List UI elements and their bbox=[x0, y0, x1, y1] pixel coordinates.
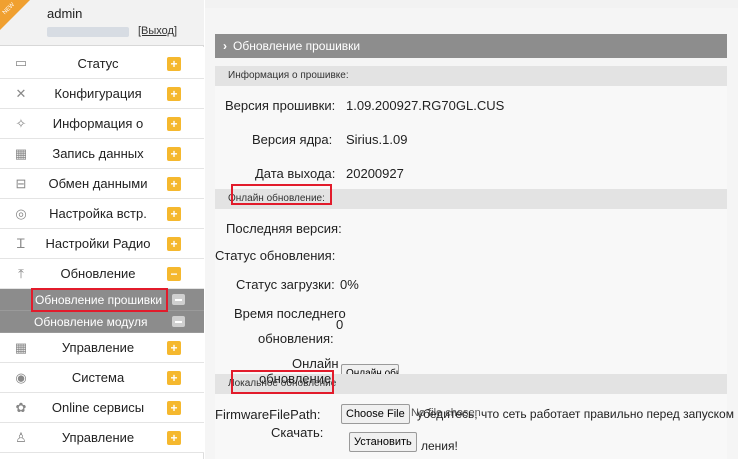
download-status-label: Статус загрузки: bbox=[236, 277, 335, 292]
last-update-label-line2: обновления: bbox=[258, 331, 334, 346]
sidebar-item-label: Настройки Радио bbox=[45, 236, 151, 251]
sidebar-item-information[interactable]: ✧ Информация о + bbox=[0, 109, 204, 139]
sidebar-subitem-module-update[interactable]: Обновление модуля bbox=[0, 311, 204, 333]
system-icon: ◉ bbox=[15, 370, 27, 385]
sidebar-item-label: Online сервисы bbox=[51, 400, 145, 415]
sidebar-item-label: Статус bbox=[77, 56, 119, 71]
update-status-label: Статус обновления: bbox=[215, 248, 336, 263]
firmware-file-path-label: FirmwareFilePath: bbox=[215, 407, 321, 422]
install-note-text: ления! bbox=[421, 439, 458, 453]
expand-icon[interactable]: + bbox=[167, 401, 181, 415]
redacted-info bbox=[47, 27, 129, 37]
expand-icon[interactable]: + bbox=[167, 207, 181, 221]
info-icon: ✧ bbox=[15, 116, 27, 131]
expand-icon[interactable]: + bbox=[167, 117, 181, 131]
expand-icon[interactable]: + bbox=[167, 177, 181, 191]
cloud-icon: ✿ bbox=[15, 400, 27, 415]
network-note-text: убедитесь, что сеть работает правильно п… bbox=[417, 407, 734, 421]
sidebar-item-label: Обновление bbox=[60, 266, 136, 281]
expand-icon[interactable]: + bbox=[167, 431, 181, 445]
network-icon: ⊟ bbox=[15, 176, 27, 191]
users-icon: ♙ bbox=[15, 430, 27, 445]
section-firmware-info: Информация о прошивке: bbox=[215, 66, 727, 86]
sidebar: NEW admin [Выход] ▭ Статус + ✕ Конфигура… bbox=[0, 0, 204, 459]
install-button[interactable]: Установить bbox=[349, 432, 417, 452]
sidebar-item-data-log[interactable]: ▦ Запись данных + bbox=[0, 139, 204, 169]
expand-icon[interactable]: + bbox=[167, 371, 181, 385]
username: admin bbox=[47, 6, 83, 21]
top-bar bbox=[205, 0, 738, 8]
sidebar-item-data-exchange[interactable]: ⊟ Обмен данными + bbox=[0, 169, 204, 199]
sidebar-item-label: Управление bbox=[61, 430, 135, 445]
sidebar-item-label: Обмен данными bbox=[48, 176, 148, 191]
download-label: Скачать: bbox=[271, 425, 324, 440]
sidebar-item-label: Запись данных bbox=[52, 146, 144, 161]
radio-icon: Ꮖ bbox=[16, 236, 26, 251]
download-status-value: 0% bbox=[340, 277, 359, 292]
sidebar-item-update[interactable]: ⤒ Обновление − bbox=[0, 259, 204, 289]
sidebar-item-management-2[interactable]: ♙ Управление + bbox=[0, 423, 204, 453]
kernel-version-value: Sirius.1.09 bbox=[346, 132, 408, 147]
sidebar-item-radio-settings[interactable]: Ꮖ Настройки Радио + bbox=[0, 229, 204, 259]
collapse-icon[interactable]: − bbox=[167, 267, 181, 281]
collapse-icon[interactable] bbox=[172, 316, 185, 327]
chevron-right-icon: › bbox=[223, 39, 227, 53]
expand-icon[interactable]: + bbox=[167, 341, 181, 355]
sidebar-item-configuration[interactable]: ✕ Конфигурация + bbox=[0, 79, 204, 109]
choose-file-button[interactable]: Choose File bbox=[341, 404, 410, 424]
sidebar-item-label: Настройка встр. bbox=[49, 206, 147, 221]
expand-icon[interactable]: + bbox=[167, 237, 181, 251]
highlight-box bbox=[231, 370, 334, 394]
collapse-icon[interactable] bbox=[172, 294, 185, 305]
tools-icon: ✕ bbox=[15, 86, 27, 101]
page-title: Обновление прошивки bbox=[233, 39, 361, 53]
user-panel: NEW admin [Выход] bbox=[0, 0, 204, 46]
release-date-value: 20200927 bbox=[346, 166, 404, 181]
highlight-box bbox=[31, 288, 168, 312]
settings-icon: ◎ bbox=[15, 206, 27, 221]
page-header: › Обновление прошивки bbox=[215, 34, 727, 58]
main-content: › Обновление прошивки Информация о прошив… bbox=[205, 8, 738, 459]
firmware-panel: Информация о прошивке: Версия прошивки: … bbox=[215, 66, 734, 459]
highlight-box bbox=[231, 184, 332, 205]
online-update-label-line1: Онлайн bbox=[292, 356, 339, 371]
expand-icon[interactable]: + bbox=[167, 147, 181, 161]
release-date-label: Дата выхода: bbox=[255, 166, 336, 181]
sidebar-item-online-services[interactable]: ✿ Online сервисы + bbox=[0, 393, 204, 423]
expand-icon[interactable]: + bbox=[167, 57, 181, 71]
sidebar-item-label: Система bbox=[71, 370, 125, 385]
upload-icon: ⤒ bbox=[18, 266, 24, 281]
sidebar-item-status[interactable]: ▭ Статус + bbox=[0, 47, 204, 79]
sidebar-item-label: Управление bbox=[61, 340, 135, 355]
sidebar-item-label: Конфигурация bbox=[54, 86, 142, 101]
sidebar-item-system[interactable]: ◉ Система + bbox=[0, 363, 204, 393]
kernel-version-label: Версия ядра: bbox=[252, 132, 333, 147]
expand-icon[interactable]: + bbox=[167, 87, 181, 101]
sidebar-subitem-label: Обновление модуля bbox=[34, 315, 148, 329]
last-update-value: 0 bbox=[336, 317, 344, 332]
firmware-version-label: Версия прошивки: bbox=[225, 98, 336, 113]
firmware-version-value: 1.09.200927.RG70GL.CUS bbox=[346, 98, 505, 113]
calendar-icon: ▦ bbox=[14, 340, 28, 355]
sidebar-item-management[interactable]: ▦ Управление + bbox=[0, 333, 204, 363]
last-update-label-line1: Время последнего bbox=[234, 306, 346, 321]
latest-version-label: Последняя версия: bbox=[226, 221, 342, 236]
logout-link[interactable]: [Выход] bbox=[138, 25, 177, 37]
sidebar-nav: ▭ Статус + ✕ Конфигурация + ✧ Информация… bbox=[0, 47, 204, 453]
monitor-icon: ▭ bbox=[14, 55, 28, 70]
calendar-icon: ▦ bbox=[14, 146, 28, 161]
sidebar-item-embedded-settings[interactable]: ◎ Настройка встр. + bbox=[0, 199, 204, 229]
sidebar-item-label: Информация о bbox=[52, 116, 144, 131]
